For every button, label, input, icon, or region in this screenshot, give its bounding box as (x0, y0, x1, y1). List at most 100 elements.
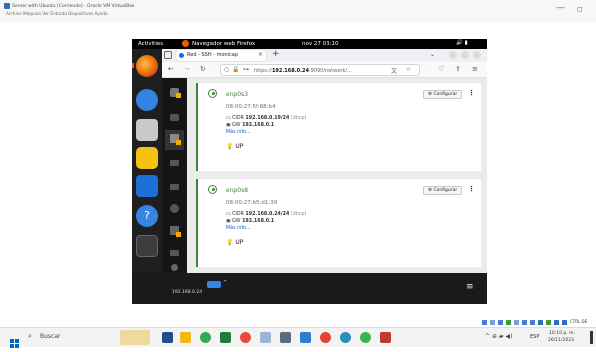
taskbar-date[interactable]: 26/11/2023 (548, 338, 574, 343)
tray-icons[interactable]: ^ ⊕ ▰ ◀) (485, 333, 512, 340)
activities-button[interactable]: Activities (138, 41, 163, 47)
interface-name[interactable]: enp0s3 (226, 91, 248, 98)
kebab-menu-icon[interactable]: ⋮ (468, 185, 475, 193)
state-value: UP (235, 143, 244, 150)
writer-icon[interactable] (136, 175, 158, 197)
hamburger-menu-icon[interactable]: ≡ (472, 65, 478, 73)
host-ip: 192.168.0.24 (172, 290, 203, 295)
search-box[interactable]: Buscar (40, 333, 61, 340)
tab-close-icon[interactable]: × (258, 51, 263, 58)
terminal-icon[interactable] (136, 235, 158, 257)
dock: ? (132, 49, 162, 304)
location-pin-icon (208, 185, 217, 194)
app-icon[interactable] (360, 332, 371, 343)
active-tab[interactable]: Red - SSH - monicap × (176, 50, 266, 61)
minimize-button[interactable]: — (556, 3, 565, 13)
tab-overview-icon[interactable] (164, 51, 172, 59)
logs-nav-icon[interactable] (170, 114, 179, 121)
reload-icon[interactable]: ↻ (200, 65, 206, 73)
extensions-icon[interactable]: ⇪ (455, 65, 461, 73)
minimize-window-button[interactable] (449, 51, 457, 59)
clock[interactable]: nov 27 03:10 (302, 41, 338, 47)
gnome-topbar: Activities Navegador web Firefox nov 27 … (132, 39, 487, 49)
session-icon[interactable] (207, 281, 221, 288)
state-value: UP (235, 239, 244, 246)
usb-status-icon[interactable] (514, 320, 519, 325)
app-icon[interactable] (260, 332, 271, 343)
mouse-status-icon[interactable] (554, 320, 559, 325)
firefox-icon[interactable] (136, 55, 158, 77)
bookmark-star-icon[interactable]: ☆ (406, 66, 411, 73)
rhythmbox-icon[interactable] (136, 147, 158, 169)
interface-name[interactable]: enp0s8 (226, 187, 248, 194)
cidr-label: CIDR (232, 212, 244, 217)
pocket-icon[interactable]: ♡ (438, 65, 444, 73)
ubuntu-desktop: Activities Navegador web Firefox nov 27 … (132, 39, 487, 304)
lock-warning-icon[interactable]: 🔒 (232, 66, 239, 73)
audio-status-icon[interactable] (498, 320, 503, 325)
virtualbox-icon (4, 3, 10, 9)
chevron-up-icon[interactable]: ^ (223, 280, 227, 286)
shield-icon[interactable]: ○ (224, 66, 229, 73)
firefox-small-icon (182, 40, 189, 47)
configure-button[interactable]: ⚙ Configurar (423, 186, 463, 195)
tab-list-icon[interactable]: ⌄ (430, 51, 435, 58)
hdd-status-icon[interactable] (482, 320, 487, 325)
terminal-nav-icon[interactable] (170, 250, 179, 256)
app-icon[interactable] (340, 332, 351, 343)
chrome-icon[interactable] (200, 332, 211, 343)
vbox-menubar[interactable]: Archivo Máquina Ver Entrada Dispositivos… (6, 11, 108, 16)
menu-icon[interactable]: ≡ (466, 282, 474, 292)
translate-icon[interactable]: 文 (391, 66, 397, 75)
shared-folder-status-icon[interactable] (522, 320, 527, 325)
restore-button[interactable]: ◻ (577, 5, 583, 13)
cidr-value: 192.168.0.24/24 (245, 212, 290, 217)
cidr-row: ▭ CIDR 192.168.0.19/24 (dhcp) (226, 116, 306, 121)
show-desktop-button[interactable] (590, 331, 593, 344)
thunderbird-icon[interactable] (136, 89, 158, 111)
widgets-icon[interactable] (120, 330, 150, 345)
close-window-button[interactable] (473, 51, 481, 59)
system-tray[interactable]: 🔊 ▮ (456, 40, 468, 46)
explorer-icon[interactable] (180, 332, 191, 343)
settings-nav-icon[interactable] (171, 264, 178, 271)
forward-icon[interactable]: → (184, 65, 190, 73)
app-icon[interactable] (220, 332, 231, 343)
app-icon[interactable] (320, 332, 331, 343)
storage-nav-icon[interactable] (170, 160, 179, 166)
app-menu[interactable]: Navegador web Firefox (192, 41, 255, 47)
accounts-nav-icon[interactable] (170, 184, 179, 190)
files-icon[interactable] (136, 119, 158, 141)
kebab-menu-icon[interactable]: ⋮ (468, 89, 475, 97)
mac-address: 08:00:27:5f:88:b4 (226, 104, 276, 110)
app-icon[interactable] (240, 332, 251, 343)
language-indicator[interactable]: ESP (530, 334, 539, 340)
more-info-link[interactable]: Más info... (226, 130, 251, 135)
windows-taskbar: ⌕ Buscar ^ ⊕ ▰ ◀) ESP 10:10 p. m. 26/11/… (0, 327, 596, 348)
help-icon[interactable]: ? (136, 205, 158, 227)
app-icon[interactable] (280, 332, 291, 343)
maximize-window-button[interactable] (461, 51, 469, 59)
url-bar[interactable]: ○ 🔒 ⊶ https://192.168.0.24:9090/network/… (220, 64, 420, 76)
cpu-status-icon[interactable] (546, 320, 551, 325)
display-status-icon[interactable] (530, 320, 535, 325)
services-nav-icon[interactable] (170, 204, 179, 213)
taskbar-time[interactable]: 10:10 p. m. (549, 331, 575, 336)
more-info-link[interactable]: Más info... (226, 226, 251, 231)
host-key-label: CTRL DE (570, 319, 588, 324)
new-tab-button[interactable]: + (272, 49, 280, 59)
back-icon[interactable]: ← (168, 65, 174, 73)
configure-button[interactable]: ⚙ Configurar (423, 90, 463, 99)
keyboard-status-icon[interactable] (562, 320, 567, 325)
permissions-icon[interactable]: ⊶ (243, 66, 249, 73)
taskview-icon[interactable] (162, 332, 173, 343)
state-row: 💡 UP (226, 239, 243, 246)
optical-status-icon[interactable] (490, 320, 495, 325)
search-icon[interactable]: ⌕ (28, 332, 32, 341)
windows-start-icon[interactable] (10, 333, 19, 348)
network-status-icon[interactable] (506, 320, 511, 325)
app-icon[interactable] (300, 332, 311, 343)
interface-card: enp0s8 08:00:27:b5:d1:39 ▭ CIDR 192.168.… (196, 179, 481, 267)
virtualbox-task-icon[interactable] (380, 332, 391, 343)
recording-status-icon[interactable] (538, 320, 543, 325)
